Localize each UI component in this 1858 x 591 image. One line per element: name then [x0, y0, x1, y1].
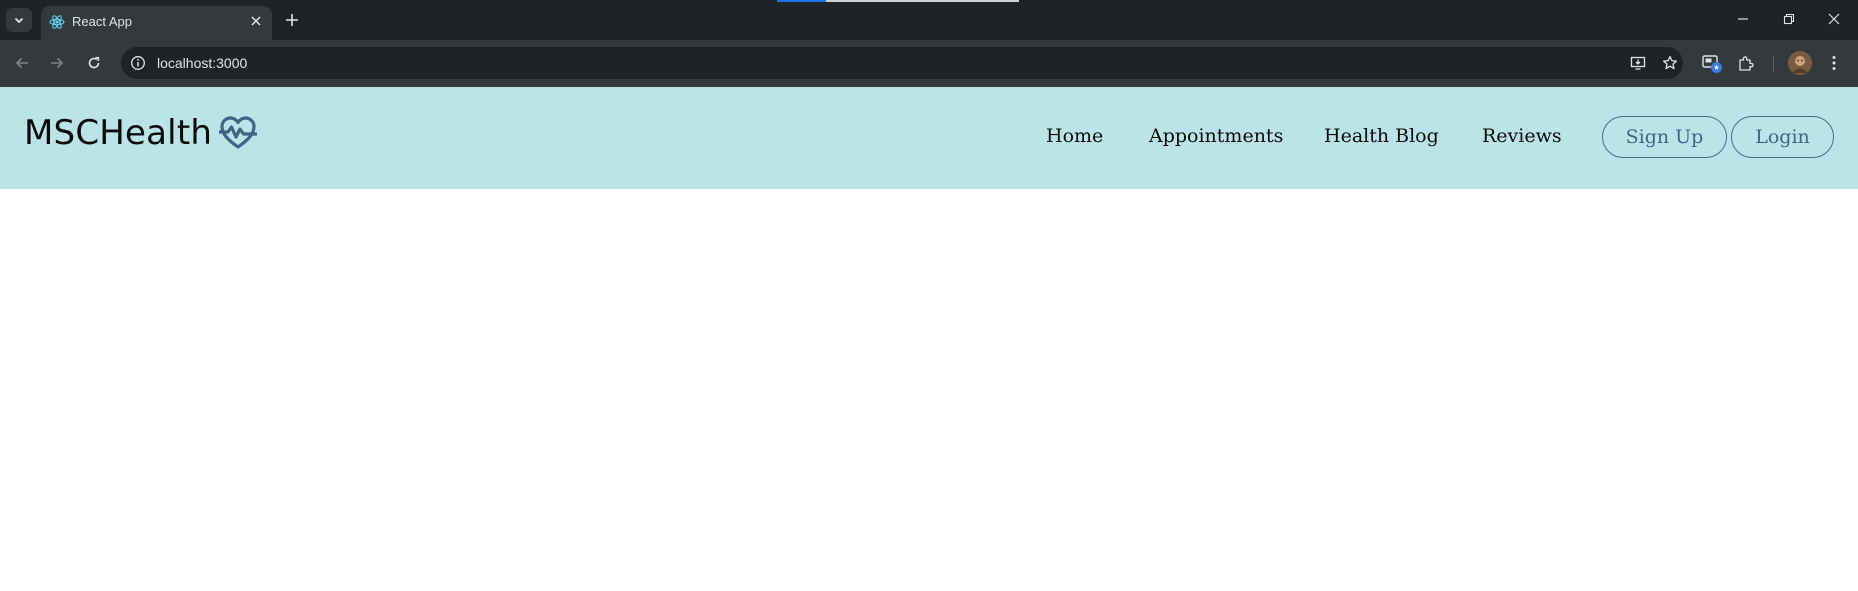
tab-search-button[interactable] [6, 8, 32, 32]
address-bar[interactable]: localhost:3000 [121, 47, 1683, 79]
nav-reviews-link[interactable]: Reviews [1482, 124, 1562, 148]
browser-tab[interactable]: React App [41, 6, 272, 40]
extension-badge-button[interactable] [1701, 52, 1723, 74]
site-logo[interactable]: MSCHealth [24, 113, 258, 153]
close-window-button[interactable] [1820, 8, 1848, 30]
plus-icon [286, 14, 298, 26]
tab-title: React App [72, 14, 132, 29]
forward-button[interactable] [46, 52, 68, 74]
browser-toolbar: localhost:3000 [0, 40, 1858, 87]
nav-home-link[interactable]: Home [1046, 124, 1103, 148]
extension-badge-icon [1702, 55, 1722, 73]
kebab-menu-icon [1832, 56, 1836, 70]
extensions-button[interactable] [1735, 52, 1757, 74]
toolbar-divider [1773, 55, 1774, 73]
browser-menu-button[interactable] [1823, 52, 1845, 74]
login-button[interactable]: Login [1731, 116, 1834, 158]
arrow-right-icon [51, 57, 64, 69]
back-button[interactable] [11, 52, 33, 74]
install-app-button[interactable] [1628, 53, 1648, 73]
arrow-left-icon [15, 57, 28, 69]
react-icon [49, 15, 65, 29]
info-icon[interactable] [130, 55, 146, 71]
sign-up-button[interactable]: Sign Up [1602, 116, 1727, 158]
puzzle-icon [1739, 56, 1754, 71]
url-text[interactable]: localhost:3000 [157, 54, 247, 72]
nav-appointments-link[interactable]: Appointments [1149, 124, 1283, 148]
chevron-down-icon [14, 17, 24, 24]
tab-close-button[interactable] [246, 11, 266, 31]
avatar[interactable] [1788, 51, 1812, 75]
loading-indicator [777, 0, 826, 2]
logo-text: MSCHealth [24, 113, 213, 153]
heart-pulse-icon [219, 116, 258, 149]
browser-tab-strip: React App [0, 0, 1858, 40]
star-icon [1662, 55, 1678, 70]
restore-button[interactable] [1775, 8, 1803, 30]
site-header: MSCHealth Home Appointments Health Blog … [0, 87, 1858, 189]
restore-icon [1783, 13, 1795, 25]
bookmark-button[interactable] [1660, 53, 1680, 73]
install-icon [1630, 56, 1646, 70]
reload-button[interactable] [83, 52, 105, 74]
loading-indicator-track [826, 0, 1019, 2]
nav-health-blog-link[interactable]: Health Blog [1324, 124, 1439, 148]
minimize-icon [1738, 18, 1748, 20]
close-icon [1828, 13, 1840, 25]
page-content [0, 189, 1858, 591]
reload-icon [88, 56, 100, 69]
profile-picture [1788, 51, 1812, 75]
minimize-button[interactable] [1729, 8, 1757, 30]
new-tab-button[interactable] [281, 9, 303, 31]
close-icon [251, 16, 261, 26]
